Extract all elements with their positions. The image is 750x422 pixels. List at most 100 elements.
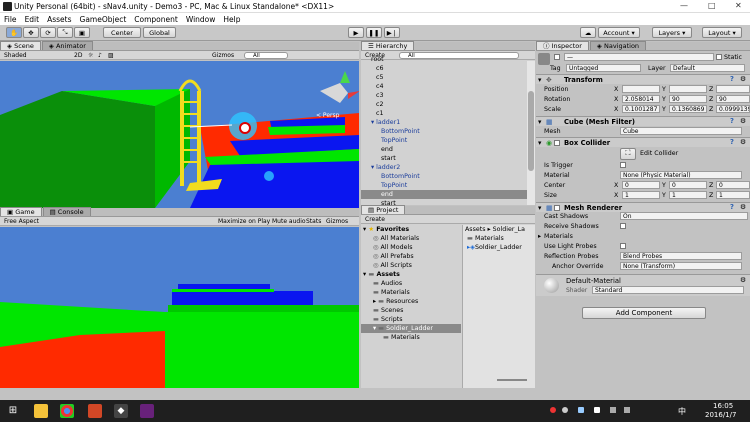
help-icon[interactable]: ? <box>730 75 734 83</box>
size-y-field[interactable]: 1 <box>669 191 707 199</box>
hierarchy-item-start[interactable]: start <box>361 154 527 163</box>
hierarchy-scrollbar[interactable] <box>527 61 535 205</box>
material-header[interactable]: Default-Material Shader Standard ⚙ <box>536 274 750 296</box>
center-z-field[interactable]: 0 <box>716 181 750 189</box>
tab-navigation[interactable]: ◈ Navigation <box>589 41 647 50</box>
menu-edit[interactable]: Edit <box>25 15 40 24</box>
help-icon[interactable]: ? <box>730 203 734 211</box>
mute-audio-toggle[interactable]: Mute audio <box>272 218 306 225</box>
position-z-field[interactable] <box>716 85 750 93</box>
audio-toggle-icon[interactable]: ♪ <box>98 52 102 59</box>
unity-taskbar-icon[interactable]: ◆ <box>114 404 128 418</box>
project-folder[interactable]: ▸ ▬ Resources <box>361 297 461 306</box>
menu-gameobject[interactable]: GameObject <box>80 15 127 24</box>
settings-gear-icon[interactable]: ⚙ <box>740 138 746 146</box>
tray-icon[interactable] <box>562 407 568 413</box>
project-folder[interactable]: ◎ All Scripts <box>361 261 461 270</box>
settings-gear-icon[interactable]: ⚙ <box>740 203 746 211</box>
tab-inspector[interactable]: ⓘ Inspector <box>536 41 589 50</box>
tab-game[interactable]: ▣ Game <box>0 207 42 216</box>
scene-gizmos-dropdown[interactable]: Gizmos <box>212 52 234 59</box>
mesh-field[interactable]: Cube <box>620 127 742 135</box>
add-component-button[interactable]: Add Component <box>582 307 706 319</box>
menu-help[interactable]: Help <box>223 15 240 24</box>
menu-assets[interactable]: Assets <box>47 15 71 24</box>
tray-icon[interactable] <box>594 407 600 413</box>
menu-file[interactable]: File <box>4 15 17 24</box>
project-folder[interactable]: ▾ ▬ Assets <box>361 270 461 279</box>
effects-toggle-icon[interactable]: ▨ <box>108 52 114 59</box>
center-x-field[interactable]: 0 <box>622 181 660 189</box>
game-gizmos-dropdown[interactable]: Gizmos <box>326 218 348 225</box>
start-button-icon[interactable]: ⊞ <box>6 404 20 418</box>
powerpoint-icon[interactable] <box>88 404 102 418</box>
project-folder[interactable]: ▬ Scripts <box>361 315 461 324</box>
space-toggle[interactable]: Global <box>143 27 176 38</box>
mesh-renderer-header[interactable]: ▾ ▦ Mesh Renderer ? ⚙ <box>536 202 750 212</box>
foldout-arrow-icon[interactable]: ▾ <box>371 119 374 126</box>
maximize-button[interactable]: □ <box>708 1 716 10</box>
account-dropdown[interactable]: Account ▾ <box>598 27 640 38</box>
scale-x-field[interactable]: 0.1001287 <box>622 105 660 113</box>
project-breadcrumb[interactable]: Assets ▸ Soldier_La <box>465 226 525 233</box>
project-folder[interactable]: ▾ ▬ Soldier_Ladder <box>361 324 461 333</box>
edit-collider-button[interactable]: ⛶ <box>620 148 636 160</box>
hierarchy-item-c3[interactable]: c3 <box>361 91 527 100</box>
chrome-icon[interactable] <box>60 404 74 418</box>
minimize-button[interactable]: — <box>680 1 688 10</box>
project-folder[interactable]: ◎ All Models <box>361 243 461 252</box>
layer-dropdown[interactable]: Default <box>670 64 745 72</box>
rotation-z-field[interactable]: 90 <box>716 95 750 103</box>
hand-tool-icon[interactable]: ✋ <box>6 27 22 38</box>
receive-shadows-checkbox[interactable] <box>620 223 626 229</box>
file-explorer-icon[interactable] <box>34 404 48 418</box>
mesh-filter-header[interactable]: ▾ ▦ Cube (Mesh Filter) ? ⚙ <box>536 116 750 126</box>
rect-tool-icon[interactable]: ▣ <box>74 27 90 38</box>
mesh-renderer-enabled-checkbox[interactable] <box>554 205 560 211</box>
tray-icon[interactable] <box>550 407 556 413</box>
reflection-probes-dropdown[interactable]: Blend Probes <box>620 252 742 260</box>
network-icon[interactable] <box>610 407 616 413</box>
hierarchy-item-c1[interactable]: c1 <box>361 109 527 118</box>
icon-size-slider[interactable] <box>497 379 527 381</box>
position-y-field[interactable] <box>669 85 707 93</box>
project-item-soldier-ladder[interactable]: ▸◈Soldier_Ladder <box>467 244 522 251</box>
hierarchy-item-end[interactable]: end <box>361 190 527 199</box>
scale-z-field[interactable]: 0.0999139 <box>716 105 750 113</box>
size-z-field[interactable]: 1 <box>716 191 750 199</box>
project-folder[interactable]: ◎ All Prefabs <box>361 252 461 261</box>
light-probes-checkbox[interactable] <box>620 243 626 249</box>
layers-dropdown[interactable]: Layers ▾ <box>652 27 692 38</box>
center-y-field[interactable]: 0 <box>669 181 707 189</box>
is-trigger-checkbox[interactable] <box>620 162 626 168</box>
light-toggle-icon[interactable]: ☼ <box>88 52 93 59</box>
active-checkbox[interactable] <box>554 54 560 60</box>
stats-toggle[interactable]: Stats <box>306 218 321 225</box>
cast-shadows-dropdown[interactable]: On <box>620 212 748 220</box>
rotate-tool-icon[interactable]: ⟳ <box>40 27 56 38</box>
aspect-dropdown[interactable]: Free Aspect <box>4 218 39 225</box>
foldout-arrow-icon[interactable]: ▾ <box>371 164 374 171</box>
size-x-field[interactable]: 1 <box>622 191 660 199</box>
layout-dropdown[interactable]: Layout ▾ <box>702 27 742 38</box>
tray-icon[interactable] <box>578 407 584 413</box>
menu-window[interactable]: Window <box>186 15 216 24</box>
transform-header[interactable]: ▾ ✥ Transform ? ⚙ <box>536 74 750 84</box>
tab-project[interactable]: ▤ Project <box>361 205 406 214</box>
hierarchy-item-root[interactable]: root <box>361 55 527 64</box>
volume-icon[interactable] <box>624 407 630 413</box>
scene-viewport[interactable]: < Persp <box>0 61 359 208</box>
help-icon[interactable]: ? <box>730 117 734 125</box>
box-collider-header[interactable]: ▾ ◉ Box Collider ? ⚙ <box>536 137 750 147</box>
anchor-override-field[interactable]: None (Transform) <box>620 262 742 270</box>
settings-gear-icon[interactable]: ⚙ <box>740 117 746 125</box>
materials-row[interactable]: ▸ Materials <box>536 232 750 241</box>
settings-gear-icon[interactable]: ⚙ <box>740 75 746 83</box>
hierarchy-item-toppoint[interactable]: TopPoint <box>361 181 527 190</box>
scale-tool-icon[interactable]: ⤡ <box>57 27 73 38</box>
gameobject-name-field[interactable]: — <box>564 53 714 61</box>
project-item-materials[interactable]: ▬ Materials <box>467 235 504 242</box>
hierarchy-item-ladder2[interactable]: ▾ ladder2 <box>361 163 527 172</box>
hierarchy-item-bottompoint[interactable]: BottomPoint <box>361 127 527 136</box>
step-button[interactable]: ▶❘ <box>384 27 400 38</box>
